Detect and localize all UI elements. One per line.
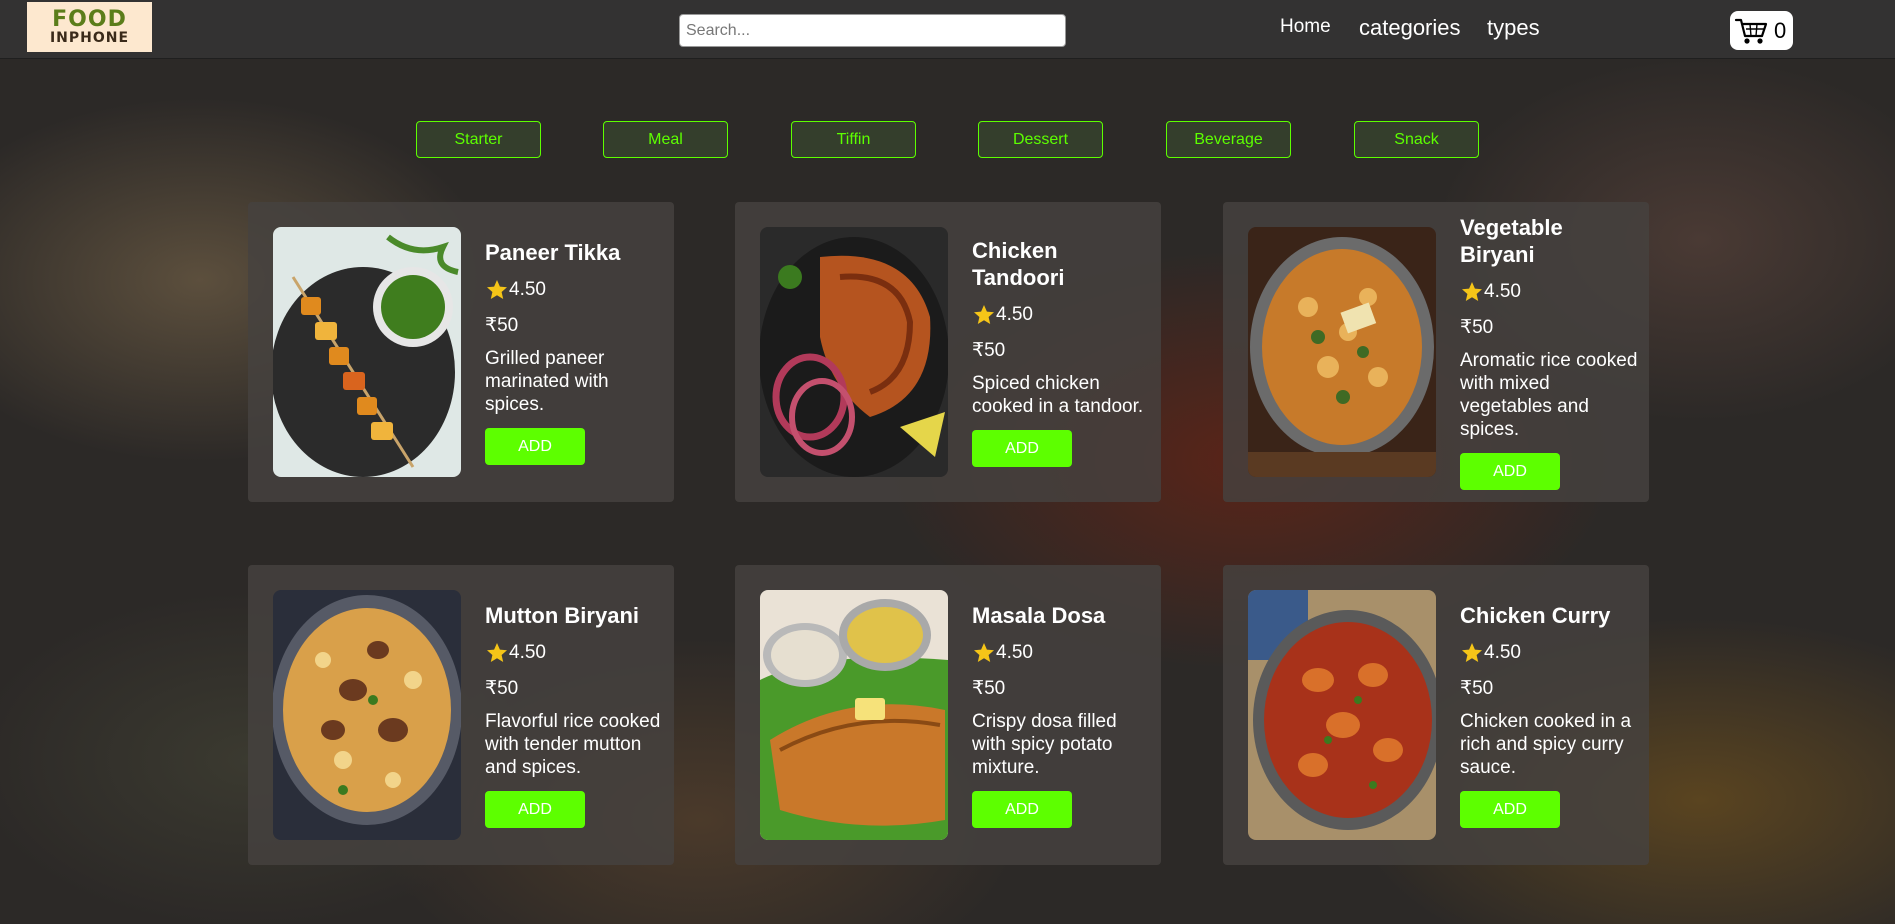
food-rating: 4.50 <box>1460 641 1640 665</box>
filter-meal-button[interactable]: Meal <box>603 121 728 158</box>
food-description: Chicken cooked in a rich and spicy curry… <box>1460 711 1632 778</box>
rating-value: 4.50 <box>509 279 546 300</box>
food-description: Spiced chicken cooked in a tandoor. <box>972 373 1144 417</box>
food-card-body: Mutton Biryani 4.50 ₹50 Flavorful rice c… <box>485 565 665 865</box>
cart-count: 0 <box>1774 17 1787 43</box>
add-to-cart-button[interactable]: ADD <box>485 791 585 828</box>
food-image-mutton-biryani <box>273 590 461 840</box>
add-to-cart-button[interactable]: ADD <box>1460 791 1560 828</box>
food-image-vegetable-biryani <box>1248 227 1436 477</box>
star-icon <box>1462 282 1482 301</box>
navbar: FOOD INPHONE Home categories types 0 <box>0 0 1895 59</box>
logo-text-top: FOOD <box>52 7 127 32</box>
food-card: Masala Dosa 4.50 ₹50 Crispy dosa filled … <box>735 565 1161 865</box>
nav-link-types[interactable]: types <box>1487 15 1540 41</box>
food-description: Flavorful rice cooked with tender mutton… <box>485 711 661 778</box>
food-price: ₹50 <box>1460 317 1494 338</box>
food-rating: 4.50 <box>972 641 1152 665</box>
food-title: Chicken Curry <box>1460 603 1611 628</box>
food-card-body: Chicken Tandoori 4.50 ₹50 Spiced chicken… <box>972 202 1152 502</box>
food-title: Chicken Tandoori <box>972 238 1065 290</box>
search-input[interactable] <box>679 14 1066 47</box>
food-image-masala-dosa <box>760 590 948 840</box>
food-card: Chicken Tandoori 4.50 ₹50 Spiced chicken… <box>735 202 1161 502</box>
star-icon <box>974 305 994 324</box>
food-price: ₹50 <box>485 315 519 336</box>
food-card: Chicken Curry 4.50 ₹50 Chicken cooked in… <box>1223 565 1649 865</box>
filter-snack-button[interactable]: Snack <box>1354 121 1479 158</box>
food-image-chicken-curry <box>1248 590 1436 840</box>
star-icon <box>974 643 994 662</box>
food-title: Paneer Tikka <box>485 240 621 265</box>
rating-value: 4.50 <box>996 642 1033 663</box>
logo-text-bottom: INPHONE <box>49 30 130 46</box>
add-to-cart-button[interactable]: ADD <box>1460 453 1560 490</box>
food-card-body: Paneer Tikka 4.50 ₹50 Grilled paneer mar… <box>485 202 665 502</box>
food-rating: 4.50 <box>972 303 1152 327</box>
add-to-cart-button[interactable]: ADD <box>485 428 585 465</box>
filter-tiffin-button[interactable]: Tiffin <box>791 121 916 158</box>
add-to-cart-button[interactable]: ADD <box>972 430 1072 467</box>
food-card-body: Vegetable Biryani 4.50 ₹50 Aromatic rice… <box>1460 202 1640 502</box>
food-price: ₹50 <box>1460 678 1494 699</box>
add-to-cart-button[interactable]: ADD <box>972 791 1072 828</box>
food-price: ₹50 <box>485 678 519 699</box>
food-description: Grilled paneer marinated with spices. <box>485 348 609 415</box>
food-title: Masala Dosa <box>972 603 1106 628</box>
nav-link-home[interactable]: Home <box>1280 16 1331 38</box>
rating-value: 4.50 <box>1484 281 1521 302</box>
nav-link-categories[interactable]: categories <box>1359 15 1461 41</box>
food-description: Aromatic rice cooked with mixed vegetabl… <box>1460 350 1638 440</box>
food-image-paneer-tikka <box>273 227 461 477</box>
food-price: ₹50 <box>972 340 1006 361</box>
star-icon <box>487 280 507 299</box>
filter-beverage-button[interactable]: Beverage <box>1166 121 1291 158</box>
food-card: Vegetable Biryani 4.50 ₹50 Aromatic rice… <box>1223 202 1649 502</box>
filter-dessert-button[interactable]: Dessert <box>978 121 1103 158</box>
food-card-body: Masala Dosa 4.50 ₹50 Crispy dosa filled … <box>972 565 1152 865</box>
food-description: Crispy dosa filled with spicy potato mix… <box>972 711 1117 778</box>
food-rating: 4.50 <box>485 641 665 665</box>
food-card: Mutton Biryani 4.50 ₹50 Flavorful rice c… <box>248 565 674 865</box>
food-title: Mutton Biryani <box>485 603 639 628</box>
food-rating: 4.50 <box>1460 280 1640 304</box>
food-image-chicken-tandoori <box>760 227 948 477</box>
site-logo[interactable]: FOOD INPHONE <box>27 2 152 52</box>
food-rating: 4.50 <box>485 278 665 302</box>
star-icon <box>487 643 507 662</box>
food-card-body: Chicken Curry 4.50 ₹50 Chicken cooked in… <box>1460 565 1640 865</box>
cart-button[interactable]: 0 <box>1730 11 1793 50</box>
food-price: ₹50 <box>972 678 1006 699</box>
filter-starter-button[interactable]: Starter <box>416 121 541 158</box>
food-card: Paneer Tikka 4.50 ₹50 Grilled paneer mar… <box>248 202 674 502</box>
star-icon <box>1462 643 1482 662</box>
rating-value: 4.50 <box>996 304 1033 325</box>
food-title: Vegetable Biryani <box>1460 215 1563 267</box>
cart-icon <box>1734 18 1768 44</box>
rating-value: 4.50 <box>1484 642 1521 663</box>
rating-value: 4.50 <box>509 642 546 663</box>
